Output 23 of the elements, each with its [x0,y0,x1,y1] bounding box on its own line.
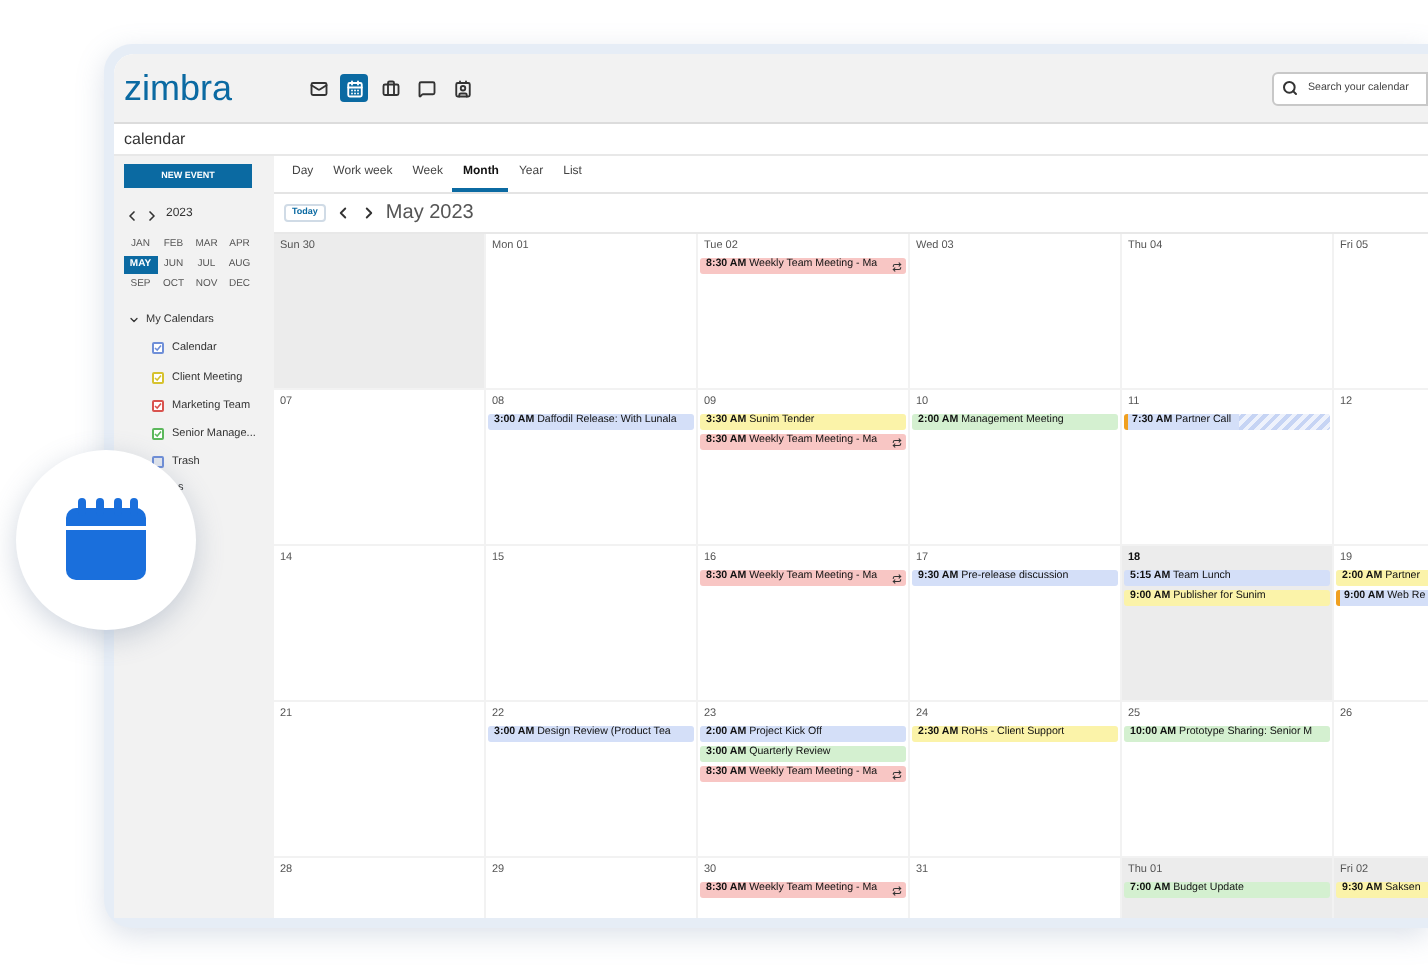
repeat-icon [892,769,902,780]
contact-card-icon [453,79,471,97]
page-title: calendar [124,127,186,151]
calendar-checkbox[interactable] [152,399,164,412]
collapse-icon[interactable] [128,314,140,327]
calendar-icon [345,79,363,97]
repeat-icon [892,437,902,448]
previous-icon[interactable] [124,207,140,223]
repeat-icon [892,885,902,896]
repeat-icon [892,573,902,584]
chat-icon [417,79,435,97]
period-title: May 2023 [385,200,474,228]
app-logo: zimbra [124,70,235,106]
next-icon[interactable] [144,207,160,223]
calendar-icon [62,496,150,584]
briefcase-icon [381,79,399,97]
calendar-checkbox[interactable] [152,428,164,441]
calendar-checkbox[interactable] [152,342,164,355]
repeat-icon [892,261,902,272]
app-button[interactable] [340,74,368,102]
calendar-checkbox[interactable] [152,371,164,384]
search-icon [1282,80,1298,96]
mail-icon [309,79,327,97]
